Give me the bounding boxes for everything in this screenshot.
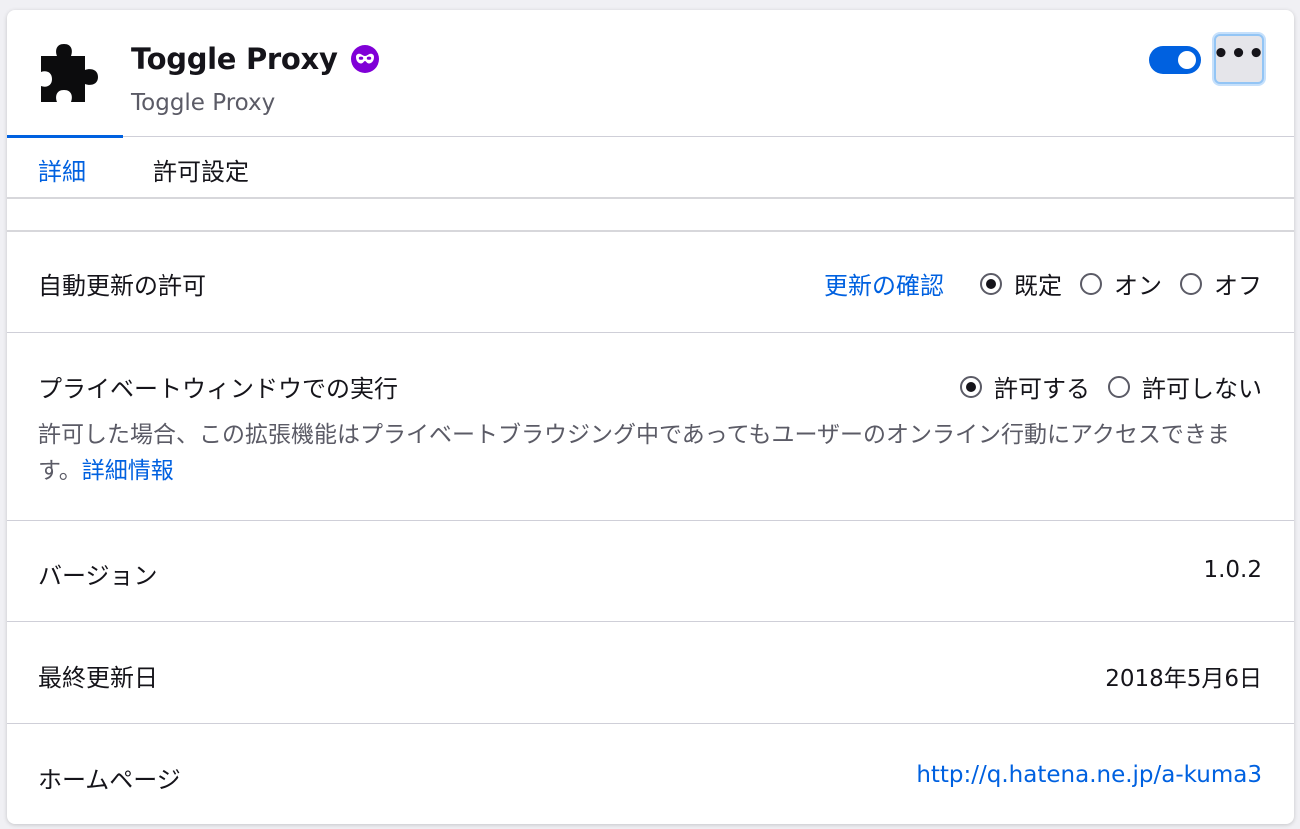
- auto-update-label: 自動更新の許可: [38, 272, 206, 300]
- private-browsing-label: プライベートウィンドウでの実行: [38, 375, 398, 403]
- enable-toggle[interactable]: [1149, 46, 1201, 74]
- radio-unchecked-icon: [1080, 272, 1102, 295]
- last-updated-value: 2018年5月6日: [1105, 666, 1262, 692]
- auto-update-off-radio[interactable]: オフ: [1180, 266, 1262, 301]
- header-divider: [7, 136, 1294, 137]
- private-browsing-description-text: 許可した場合、この拡張機能はプライベートブラウジング中であってもユーザーのオンラ…: [38, 422, 1230, 484]
- private-browsing-mask-icon: [350, 44, 380, 74]
- radio-label-default: 既定: [1014, 272, 1062, 300]
- toggle-knob: [1178, 51, 1196, 69]
- learn-more-link[interactable]: 詳細情報: [82, 458, 174, 484]
- homepage-link[interactable]: http://q.hatena.ne.jp/a-kuma3: [916, 762, 1262, 788]
- addon-name: Toggle Proxy: [131, 42, 380, 76]
- last-updated-row: 最終更新日 2018年5月6日: [7, 622, 1294, 723]
- private-disallow-radio[interactable]: 許可しない: [1108, 369, 1262, 404]
- auto-update-on-radio[interactable]: オン: [1080, 266, 1162, 301]
- tabs-divider: [7, 197, 1294, 199]
- version-value: 1.0.2: [1203, 557, 1262, 583]
- auto-update-default-radio[interactable]: 既定: [980, 266, 1062, 301]
- auto-update-row: 自動更新の許可 更新の確認 既定 オン オフ: [7, 232, 1294, 332]
- check-updates-link[interactable]: 更新の確認: [824, 266, 944, 301]
- homepage-row: ホームページ http://q.hatena.ne.jp/a-kuma3: [7, 724, 1294, 824]
- addon-name-text: Toggle Proxy: [131, 42, 338, 76]
- more-options-button[interactable]: •••: [1212, 34, 1266, 84]
- private-browsing-row: プライベートウィンドウでの実行 許可する 許可しない 許可した場合、この拡張機能…: [7, 333, 1294, 520]
- radio-label-allow: 許可する: [994, 375, 1090, 403]
- tab-active-indicator: [7, 135, 123, 138]
- tab-permissions[interactable]: 許可設定: [153, 152, 249, 187]
- addon-header: Toggle Proxy Toggle Proxy •••: [7, 10, 1294, 136]
- private-browsing-description: 許可した場合、この拡張機能はプライベートブラウジング中であってもユーザーのオンラ…: [38, 417, 1263, 489]
- radio-unchecked-icon: [1108, 375, 1130, 398]
- version-row: バージョン 1.0.2: [7, 521, 1294, 621]
- radio-unchecked-icon: [1180, 272, 1202, 295]
- radio-checked-icon: [980, 272, 1002, 295]
- more-dots-icon: •••: [1212, 39, 1266, 69]
- radio-label-disallow: 許可しない: [1142, 375, 1262, 403]
- version-label: バージョン: [38, 562, 158, 590]
- radio-label-on: オン: [1114, 272, 1162, 300]
- puzzle-piece-icon: [35, 40, 103, 108]
- homepage-label: ホームページ: [38, 766, 181, 794]
- addon-details-card: Toggle Proxy Toggle Proxy ••• 詳細 許可設定 自動…: [7, 10, 1294, 824]
- tab-details[interactable]: 詳細: [38, 152, 86, 187]
- radio-checked-icon: [960, 375, 982, 398]
- radio-label-off: オフ: [1214, 272, 1262, 300]
- private-allow-radio[interactable]: 許可する: [960, 369, 1090, 404]
- addon-creator: Toggle Proxy: [131, 90, 276, 116]
- auto-update-options: 更新の確認 既定 オン オフ: [824, 266, 1262, 301]
- private-browsing-options: 許可する 許可しない: [960, 369, 1262, 404]
- last-updated-label: 最終更新日: [38, 664, 158, 692]
